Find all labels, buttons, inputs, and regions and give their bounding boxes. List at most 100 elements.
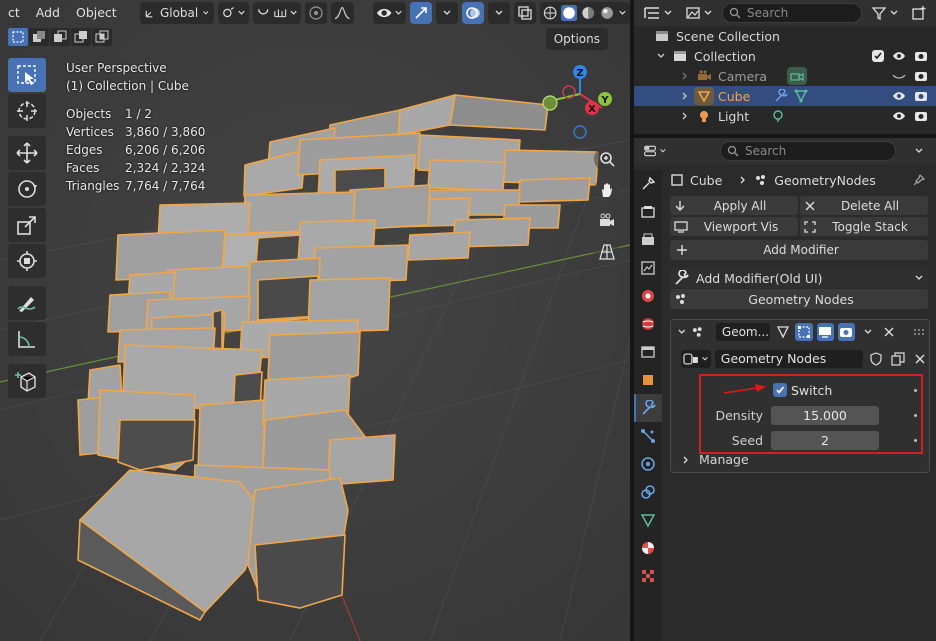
camera-render-icon[interactable] [914, 110, 928, 122]
tool-add-cube[interactable] [8, 364, 46, 398]
tool-cursor[interactable] [8, 94, 46, 128]
eye-icon[interactable] [892, 50, 906, 62]
chevron-right-icon[interactable] [680, 111, 690, 121]
tab-tool[interactable] [634, 170, 662, 198]
transform-orientation-dropdown[interactable]: Global [139, 2, 214, 24]
manage-subpanel-header[interactable]: Manage [681, 452, 749, 467]
snap-button[interactable] [253, 2, 302, 24]
tab-view-layer[interactable] [634, 254, 662, 282]
fake-user-toggle[interactable] [867, 350, 885, 368]
gizmo-dropdown[interactable] [436, 2, 459, 24]
pivot-point-button[interactable] [217, 2, 250, 24]
chevron-down-icon[interactable] [677, 327, 687, 337]
eye-icon[interactable] [892, 110, 906, 122]
outliner-editor-type[interactable] [640, 2, 676, 24]
outliner-search-input[interactable]: Search [722, 3, 862, 23]
xray-toggle[interactable] [514, 2, 537, 24]
tool-scale[interactable] [8, 208, 46, 242]
tool-rotate[interactable] [8, 172, 46, 206]
seed-field[interactable]: 2 [771, 430, 879, 450]
select-subtract-button[interactable] [50, 28, 70, 46]
tab-particles[interactable] [634, 422, 662, 450]
wireframe-shading-icon[interactable] [543, 5, 557, 21]
chevron-right-icon[interactable] [680, 91, 690, 101]
properties-options-dropdown[interactable] [908, 140, 930, 162]
zoom-button[interactable] [594, 146, 620, 172]
scene-collection-row[interactable]: Scene Collection [634, 26, 936, 46]
pan-button[interactable] [594, 177, 620, 203]
tab-material[interactable] [634, 534, 662, 562]
3d-viewport[interactable]: ct Add Object Global Options User Perspe… [0, 0, 630, 641]
add-modifier-old-dropdown[interactable]: Add Modifier(Old UI) [670, 268, 928, 288]
keyframe-dot[interactable] [914, 388, 917, 392]
modifier-name-field[interactable]: Geom... [715, 323, 770, 341]
select-new-button[interactable] [8, 28, 28, 46]
material-shading-icon[interactable] [581, 5, 595, 21]
select-intersect-button[interactable] [92, 28, 112, 46]
falloff-button[interactable] [331, 2, 354, 24]
navigation-gizmo[interactable]: Z Y X [536, 56, 626, 146]
camera-view-button[interactable] [594, 208, 620, 234]
tab-constraints[interactable] [634, 478, 662, 506]
keyframe-dot[interactable] [914, 413, 917, 417]
node-group-name-field[interactable]: Geometry Nodes [714, 350, 864, 368]
menu-object[interactable]: Object [70, 2, 123, 24]
properties-editor-type[interactable] [640, 140, 670, 162]
rendered-shading-icon[interactable] [600, 5, 614, 21]
tool-measure[interactable] [8, 322, 46, 356]
tool-move[interactable] [8, 136, 46, 170]
overlay-toggle[interactable] [462, 2, 485, 24]
outliner-item-light[interactable]: Light [634, 106, 936, 126]
modifier-extra-dropdown[interactable] [859, 323, 876, 341]
remove-modifier-button[interactable] [880, 323, 897, 341]
tab-texture[interactable] [634, 562, 662, 590]
solid-shading-icon[interactable] [561, 4, 578, 22]
chevron-right-icon[interactable] [680, 71, 690, 81]
realtime-toggle[interactable] [816, 323, 834, 341]
exclude-checkbox[interactable] [872, 50, 884, 62]
eye-closed-icon[interactable] [892, 70, 906, 82]
overlay-dropdown[interactable] [488, 2, 511, 24]
outliner-item-cube[interactable]: Cube [634, 86, 936, 106]
tab-physics[interactable] [634, 450, 662, 478]
on-cage-toggle[interactable] [795, 323, 813, 341]
outliner-item-camera[interactable]: Camera [634, 66, 936, 86]
filter-dropdown[interactable] [868, 2, 902, 24]
collection-row[interactable]: Collection [634, 46, 936, 66]
switch-checkbox[interactable] [773, 383, 787, 397]
camera-render-icon[interactable] [914, 50, 928, 62]
unlink-node-group-button[interactable] [911, 350, 929, 368]
proportional-editing-button[interactable] [305, 2, 328, 24]
gizmo-toggle[interactable] [410, 2, 433, 24]
tab-world[interactable] [634, 310, 662, 338]
tool-transform[interactable] [8, 244, 46, 278]
edit-mode-toggle[interactable] [774, 323, 791, 341]
pin-icon[interactable] [912, 173, 926, 187]
visibility-dropdown[interactable] [372, 2, 407, 24]
chevron-down-icon[interactable] [618, 8, 627, 18]
add-modifier-button[interactable]: Add Modifier [670, 240, 928, 260]
tab-data[interactable] [634, 506, 662, 534]
add-geometry-nodes-button[interactable]: Geometry Nodes [670, 289, 928, 309]
perspective-toggle-button[interactable] [594, 239, 620, 265]
delete-all-button[interactable]: Delete All [800, 196, 928, 215]
tool-select-box[interactable] [8, 58, 46, 92]
camera-render-icon[interactable] [914, 90, 928, 102]
tab-render[interactable] [634, 198, 662, 226]
new-collection-button[interactable] [908, 2, 930, 24]
chevron-down-icon[interactable] [656, 51, 666, 61]
viewport-vis-button[interactable]: Viewport Vis [670, 217, 798, 236]
density-field[interactable]: 15.000 [771, 405, 879, 425]
render-toggle[interactable] [837, 323, 856, 341]
tool-annotate[interactable] [8, 286, 46, 320]
properties-search-input[interactable]: Search [720, 141, 896, 161]
menu-add[interactable]: Add [30, 2, 66, 24]
duplicate-node-group-button[interactable] [889, 350, 907, 368]
node-group-browse[interactable] [681, 350, 711, 368]
options-dropdown[interactable]: Options [545, 28, 608, 50]
tab-object[interactable] [634, 366, 662, 394]
apply-all-button[interactable]: Apply All [670, 196, 798, 215]
tab-collection[interactable] [634, 338, 662, 366]
eye-icon[interactable] [892, 90, 906, 102]
toggle-stack-button[interactable]: Toggle Stack [800, 217, 928, 236]
